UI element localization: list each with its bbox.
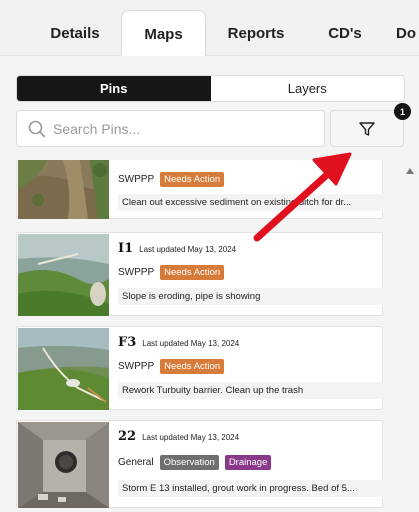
pin-header: F3 Last updated May 13, 2024	[118, 335, 239, 350]
pin-photo	[18, 422, 109, 508]
layers-toggle-button[interactable]: Layers	[211, 76, 405, 101]
tab-details[interactable]: Details	[38, 10, 112, 56]
pin-id: F3	[118, 335, 137, 350]
tab-label: CD's	[328, 24, 362, 42]
pin-category: General	[118, 457, 154, 468]
pin-tags: SWPPP Needs Action	[118, 265, 225, 280]
search-icon	[28, 120, 46, 137]
tab-label: Reports	[227, 24, 285, 42]
pin-note: Rework Turbuity barrier. Clean up the tr…	[118, 382, 390, 399]
pin-note: Clean out excessive sediment on existing…	[118, 194, 390, 211]
tab-label: Do	[396, 24, 416, 42]
tab-reports[interactable]: Reports	[216, 10, 296, 56]
pin-updated: Last updated May 13, 2024	[139, 245, 237, 254]
filter-button[interactable]	[330, 110, 404, 147]
status-badge: Observation	[159, 455, 219, 470]
scroll-up-arrow-icon[interactable]	[406, 168, 414, 174]
pin-id: I1	[118, 241, 134, 256]
pin-updated: Last updated May 13, 2024	[142, 433, 240, 442]
pin-category: SWPPP	[118, 174, 155, 185]
status-badge: Needs Action	[160, 172, 225, 187]
pin-photo	[18, 328, 109, 410]
pin-category: SWPPP	[118, 361, 155, 372]
top-tab-bar: Details Maps Reports CD's Do	[0, 0, 419, 57]
pin-updated: Last updated May 13, 2024	[142, 339, 240, 348]
pin-card[interactable]: F3 Last updated May 13, 2024 SWPPP Needs…	[16, 326, 390, 410]
pin-card[interactable]: I1 Last updated May 13, 2024 SWPPP Needs…	[16, 232, 390, 316]
pins-layers-toggle: Pins Layers	[16, 75, 405, 102]
pin-note: Slope is eroding, pipe is showing	[118, 288, 390, 305]
status-badge: Needs Action	[160, 359, 225, 374]
pin-id: 22	[118, 429, 137, 444]
tab-maps[interactable]: Maps	[121, 10, 206, 57]
filter-funnel-icon	[359, 121, 375, 136]
pin-tags: SWPPP Needs Action	[118, 172, 225, 187]
search-pins-input[interactable]: Search Pins...	[16, 110, 325, 147]
type-badge: Drainage	[224, 455, 272, 470]
status-badge: Needs Action	[160, 265, 225, 280]
search-placeholder: Search Pins...	[53, 120, 141, 137]
pins-toggle-button[interactable]: Pins	[17, 76, 211, 101]
tab-documents[interactable]: Do	[396, 10, 419, 56]
pin-list-scrollbar[interactable]	[400, 160, 419, 512]
pin-tags: General Observation Drainage	[118, 455, 272, 470]
pin-tags: SWPPP Needs Action	[118, 359, 225, 374]
tab-label: Maps	[144, 25, 183, 43]
pin-card[interactable]: SWPPP Needs Action Clean out excessive s…	[16, 160, 390, 219]
pin-photo	[18, 160, 109, 219]
tab-label: Details	[50, 24, 100, 42]
pin-card[interactable]: 22 Last updated May 13, 2024 General Obs…	[16, 420, 390, 508]
pin-photo	[18, 234, 109, 316]
pin-header: I1 Last updated May 13, 2024	[118, 241, 236, 256]
pin-header: 22 Last updated May 13, 2024	[118, 429, 239, 444]
pin-list: SWPPP Needs Action Clean out excessive s…	[0, 160, 400, 512]
filter-count-badge: 1	[394, 103, 411, 120]
pin-category: SWPPP	[118, 267, 155, 278]
tab-cds[interactable]: CD's	[316, 10, 374, 56]
pin-note: Storm E 13 installed, grout work in prog…	[118, 480, 390, 497]
